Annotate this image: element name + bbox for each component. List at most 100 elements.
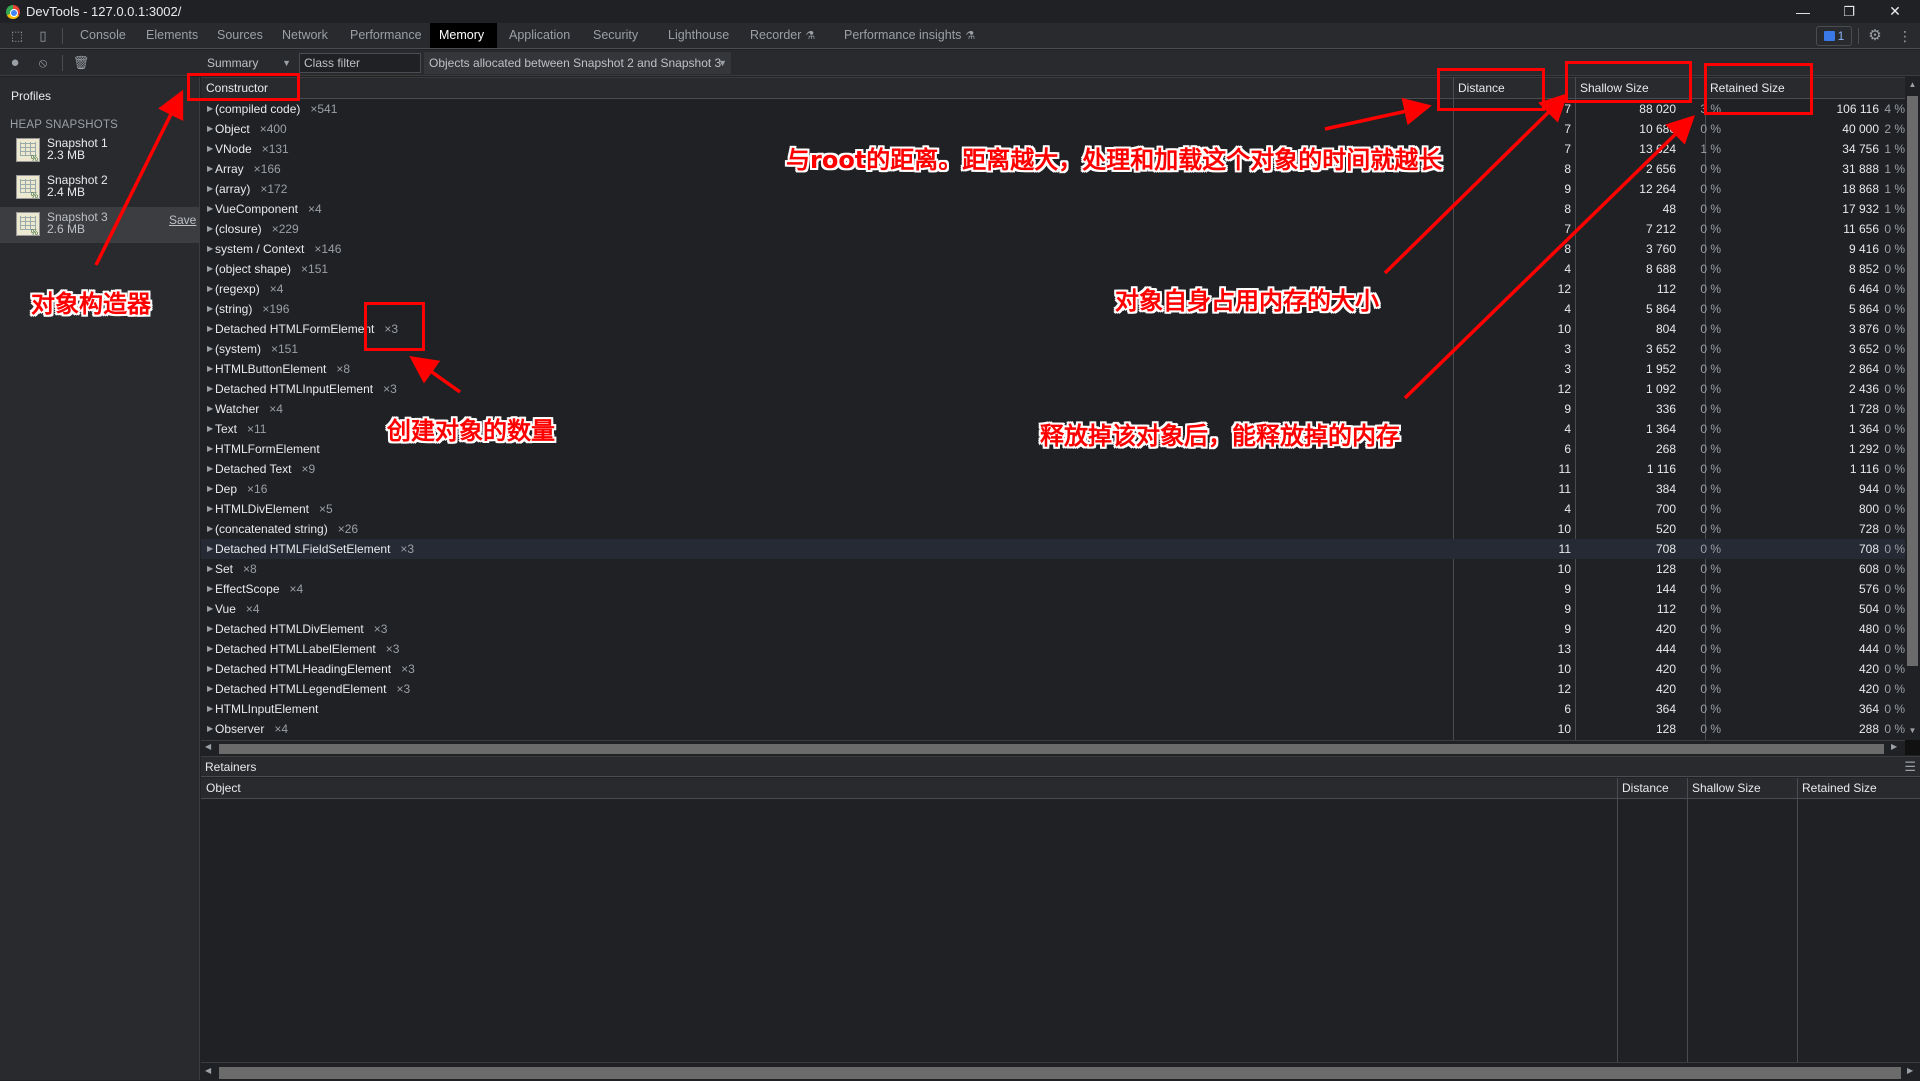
class-filter-input[interactable]: [299, 53, 421, 73]
expand-triangle-icon[interactable]: ▶: [207, 699, 213, 719]
expand-triangle-icon[interactable]: ▶: [207, 639, 213, 659]
expand-triangle-icon[interactable]: ▶: [207, 399, 213, 419]
table-row[interactable]: ▶ Observer ×4 10 128 0 % 288 0 %: [201, 719, 1905, 739]
tab-security[interactable]: Security: [584, 23, 647, 48]
scroll-left-arrow-icon[interactable]: ◀: [205, 1066, 211, 1075]
grid-vertical-scrollbar[interactable]: ▲ ▼: [1905, 78, 1920, 740]
table-row[interactable]: ▶ Detached HTMLHeadingElement ×3 10 420 0 % 42…: [201, 659, 1905, 679]
expand-triangle-icon[interactable]: ▶: [207, 719, 213, 739]
scroll-right-arrow-icon[interactable]: ▶: [1907, 1066, 1913, 1075]
expand-triangle-icon[interactable]: ▶: [207, 419, 213, 439]
view-select[interactable]: Summary ▼: [203, 53, 293, 73]
expand-triangle-icon[interactable]: ▶: [207, 99, 213, 119]
minimize-button[interactable]: —: [1780, 0, 1826, 23]
tab-application[interactable]: Application: [500, 23, 579, 48]
table-row[interactable]: ▶ HTMLButtonElement ×8 3 1 952 0 % 2 864 0 %: [201, 359, 1905, 379]
tab-sources[interactable]: Sources: [208, 23, 272, 48]
table-row[interactable]: ▶ Detached HTMLLegendElement ×3 12 420 0 % 420…: [201, 679, 1905, 699]
table-row[interactable]: ▶ VueComponent ×4 8 48 0 % 17 932 1 %: [201, 199, 1905, 219]
table-row[interactable]: ▶ Detached HTMLInputElement ×3 12 1 092 0 % 2 …: [201, 379, 1905, 399]
expand-triangle-icon[interactable]: ▶: [207, 659, 213, 679]
scrollbar-thumb[interactable]: [1907, 96, 1918, 666]
expand-triangle-icon[interactable]: ▶: [207, 279, 213, 299]
column-header-retained-size[interactable]: Retained Size: [1705, 78, 1785, 99]
expand-triangle-icon[interactable]: ▶: [207, 539, 213, 559]
table-row[interactable]: ▶ (string) ×196 4 5 864 0 % 5 864 0 %: [201, 299, 1905, 319]
snapshot-range-select[interactable]: Objects allocated between Snapshot 2 and…: [424, 52, 731, 74]
table-row[interactable]: ▶ HTMLDivElement ×5 4 700 0 % 800 0 %: [201, 499, 1905, 519]
expand-triangle-icon[interactable]: ▶: [207, 439, 213, 459]
column-header-distance[interactable]: Distance: [1617, 778, 1669, 799]
scroll-right-arrow-icon[interactable]: ▶: [1891, 742, 1897, 751]
gear-icon[interactable]: ⚙: [1866, 27, 1884, 45]
tab-elements[interactable]: Elements: [137, 23, 207, 48]
expand-triangle-icon[interactable]: ▶: [207, 299, 213, 319]
tab-network[interactable]: Network: [273, 23, 337, 48]
table-row[interactable]: ▶ Dep ×16 11 384 0 % 944 0 %: [201, 479, 1905, 499]
table-row[interactable]: ▶ Set ×8 10 128 0 % 608 0 %: [201, 559, 1905, 579]
scroll-left-arrow-icon[interactable]: ◀: [205, 742, 211, 751]
table-row[interactable]: ▶ Vue ×4 9 112 0 % 504 0 %: [201, 599, 1905, 619]
save-snapshot-link[interactable]: Save: [169, 213, 196, 227]
table-row[interactable]: ▶ (compiled code) ×541 7 88 020 3 % 106 116 4 %: [201, 99, 1905, 119]
clear-all-profiles-icon[interactable]: ⦸: [34, 54, 52, 72]
expand-triangle-icon[interactable]: ▶: [207, 519, 213, 539]
expand-triangle-icon[interactable]: ▶: [207, 199, 213, 219]
table-row[interactable]: ▶ Detached HTMLLabelElement ×3 13 444 0 % 444 0…: [201, 639, 1905, 659]
expand-triangle-icon[interactable]: ▶: [207, 359, 213, 379]
scroll-up-arrow-icon[interactable]: ▲: [1907, 80, 1918, 89]
tab-lighthouse[interactable]: Lighthouse: [659, 23, 738, 48]
expand-triangle-icon[interactable]: ▶: [207, 319, 213, 339]
expand-triangle-icon[interactable]: ▶: [207, 679, 213, 699]
snapshot-item-1[interactable]: Snapshot 1 2.3 MB: [0, 133, 199, 169]
table-row[interactable]: ▶ Detached Text ×9 11 1 116 0 % 1 116 0 %: [201, 459, 1905, 479]
expand-triangle-icon[interactable]: ▶: [207, 599, 213, 619]
expand-triangle-icon[interactable]: ▶: [207, 159, 213, 179]
column-header-distance[interactable]: Distance: [1453, 78, 1505, 99]
expand-triangle-icon[interactable]: ▶: [207, 379, 213, 399]
tab-recorder[interactable]: Recorder ⚗: [741, 23, 824, 48]
issues-counter-button[interactable]: 1: [1816, 26, 1852, 46]
expand-triangle-icon[interactable]: ▶: [207, 259, 213, 279]
table-row[interactable]: ▶ Detached HTMLFieldSetElement ×3 11 708 0 % 7…: [201, 539, 1905, 559]
table-row[interactable]: ▶ Detached HTMLFormElement ×3 10 804 0 % 3 876…: [201, 319, 1905, 339]
grid-horizontal-scrollbar[interactable]: ◀ ▶: [201, 740, 1905, 755]
tab-console[interactable]: Console: [71, 23, 135, 48]
column-header-retained-size[interactable]: Retained Size: [1797, 778, 1877, 799]
table-row[interactable]: ▶ (system) ×151 3 3 652 0 % 3 652 0 %: [201, 339, 1905, 359]
tab-performance[interactable]: Performance: [341, 23, 431, 48]
kebab-menu-icon[interactable]: ⋮: [1896, 27, 1914, 45]
table-row[interactable]: ▶ HTMLInputElement 6 364 0 % 364 0 %: [201, 699, 1905, 719]
expand-triangle-icon[interactable]: ▶: [207, 459, 213, 479]
expand-triangle-icon[interactable]: ▶: [207, 119, 213, 139]
snapshot-item-3[interactable]: Snapshot 3 2.6 MB Save: [0, 207, 199, 243]
expand-triangle-icon[interactable]: ▶: [207, 559, 213, 579]
column-header-constructor[interactable]: Constructor: [201, 78, 268, 99]
retainers-horizontal-scrollbar[interactable]: ◀ ▶: [201, 1062, 1920, 1081]
column-header-shallow-size[interactable]: Shallow Size: [1575, 78, 1649, 99]
scrollbar-thumb[interactable]: [219, 744, 1884, 754]
device-toolbar-icon[interactable]: ▯: [34, 27, 52, 45]
expand-triangle-icon[interactable]: ▶: [207, 219, 213, 239]
expand-triangle-icon[interactable]: ▶: [207, 179, 213, 199]
tab-performance-insights[interactable]: Performance insights ⚗: [835, 23, 984, 48]
expand-triangle-icon[interactable]: ▶: [207, 619, 213, 639]
table-row[interactable]: ▶ (closure) ×229 7 7 212 0 % 11 656 0 %: [201, 219, 1905, 239]
expand-triangle-icon[interactable]: ▶: [207, 499, 213, 519]
column-header-shallow-size[interactable]: Shallow Size: [1687, 778, 1761, 799]
tab-memory[interactable]: Memory: [430, 23, 497, 48]
inspect-element-icon[interactable]: ⬚: [8, 27, 26, 45]
table-row[interactable]: ▶ (concatenated string) ×26 10 520 0 % 728 0 %: [201, 519, 1905, 539]
table-row[interactable]: ▶ Detached HTMLDivElement ×3 9 420 0 % 480 0 %: [201, 619, 1905, 639]
table-row[interactable]: ▶ system / Context ×146 8 3 760 0 % 9 416 0 %: [201, 239, 1905, 259]
scrollbar-thumb[interactable]: [219, 1067, 1901, 1079]
snapshot-item-2[interactable]: Snapshot 2 2.4 MB: [0, 170, 199, 206]
expand-triangle-icon[interactable]: ▶: [207, 339, 213, 359]
table-row[interactable]: ▶ (array) ×172 9 12 264 0 % 18 868 1 %: [201, 179, 1905, 199]
column-header-object[interactable]: Object: [201, 778, 241, 799]
record-heap-snapshot-icon[interactable]: ●: [6, 54, 24, 72]
expand-triangle-icon[interactable]: ▶: [207, 579, 213, 599]
expand-triangle-icon[interactable]: ▶: [207, 479, 213, 499]
table-row[interactable]: ▶ EffectScope ×4 9 144 0 % 576 0 %: [201, 579, 1905, 599]
expand-triangle-icon[interactable]: ▶: [207, 139, 213, 159]
